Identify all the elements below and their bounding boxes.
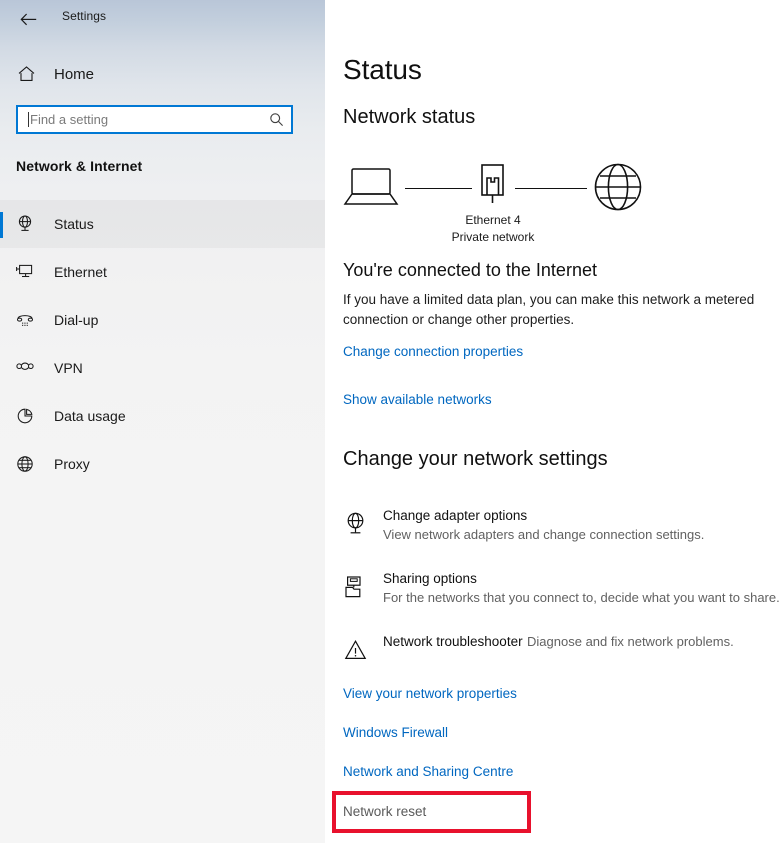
selection-indicator [0, 212, 3, 238]
diagram-line-left [405, 188, 472, 189]
back-button[interactable] [12, 4, 44, 34]
sidebar-item-ethernet[interactable]: Ethernet [0, 248, 325, 296]
sidebar-item-proxy[interactable]: Proxy [0, 440, 325, 488]
link-show-available-networks[interactable]: Show available networks [343, 392, 492, 407]
setting-description: For the networks that you connect to, de… [383, 590, 780, 605]
link-windows-firewall[interactable]: Windows Firewall [343, 725, 448, 740]
setting-description: View network adapters and change connect… [383, 527, 705, 542]
link-view-network-properties[interactable]: View your network properties [343, 686, 517, 701]
setting-row-change-adapter-options[interactable]: Change adapter options View network adap… [343, 506, 784, 544]
page-title: Status [343, 54, 422, 85]
sidebar-item-label: Proxy [54, 456, 90, 472]
link-network-reset[interactable]: Network reset [343, 804, 426, 819]
sidebar-category-title: Network & Internet [16, 158, 143, 174]
settings-window: Settings Home Network & Internet [0, 0, 784, 843]
setting-title: Sharing options [383, 571, 477, 586]
sidebar-item-label: Ethernet [54, 264, 107, 280]
connection-status-description: If you have a limited data plan, you can… [343, 292, 755, 327]
ethernet-connector-icon [476, 162, 508, 210]
home-icon [16, 64, 36, 84]
window-title: Settings [62, 9, 107, 23]
sidebar-item-label: Data usage [54, 408, 126, 424]
connection-status-heading: You're connected to the Internet [343, 260, 597, 280]
globe-icon [593, 162, 643, 212]
setting-row-sharing-options[interactable]: Sharing options For the networks that yo… [343, 569, 784, 607]
adapter-name: Ethernet 4 [465, 213, 521, 227]
home-label: Home [54, 65, 95, 83]
sidebar-item-status[interactable]: Status [0, 200, 325, 248]
search-icon[interactable] [263, 112, 289, 127]
sharing-folder-icon [343, 569, 369, 603]
back-arrow-icon [19, 13, 37, 26]
sidebar-item-home[interactable]: Home [0, 58, 310, 90]
network-status-heading: Network status [343, 106, 476, 128]
network-type: Private network [451, 230, 535, 244]
change-network-settings-heading: Change your network settings [343, 448, 608, 470]
sidebar-item-label: VPN [54, 360, 83, 376]
search-input[interactable] [29, 107, 263, 132]
sidebar-item-label: Status [54, 216, 94, 232]
link-change-connection-properties[interactable]: Change connection properties [343, 344, 523, 359]
search-box[interactable] [16, 105, 293, 134]
network-status-icon [14, 213, 36, 235]
sidebar-item-data-usage[interactable]: Data usage [0, 392, 325, 440]
setting-description: Diagnose and fix network problems. [527, 634, 734, 649]
network-diagram: Ethernet 4 Private network [343, 160, 673, 250]
main-content: Status Network status Ethernet 4 Private… [325, 0, 784, 843]
diagram-line-right [515, 188, 587, 189]
sidebar-nav: Status Ethernet Dial-up VPN Data usage P… [0, 200, 325, 488]
setting-title: Change adapter options [383, 508, 528, 523]
laptop-icon [343, 165, 399, 209]
sidebar-item-vpn[interactable]: VPN [0, 344, 325, 392]
link-network-and-sharing-centre[interactable]: Network and Sharing Centre [343, 764, 513, 779]
setting-row-network-troubleshooter[interactable]: Network troubleshooter Diagnose and fix … [343, 632, 784, 666]
adapter-globe-icon [343, 506, 369, 540]
pie-chart-icon [14, 405, 36, 427]
sidebar: Settings Home Network & Internet [0, 0, 325, 843]
diagram-caption: Ethernet 4 Private network [423, 212, 563, 246]
ethernet-icon [14, 261, 36, 283]
sidebar-item-label: Dial-up [54, 312, 99, 328]
vpn-icon [14, 357, 36, 379]
globe-icon [14, 453, 36, 475]
sidebar-item-dial-up[interactable]: Dial-up [0, 296, 325, 344]
warning-triangle-icon [343, 632, 369, 666]
dialup-phone-icon [14, 309, 36, 331]
title-bar: Settings [0, 0, 325, 38]
setting-title: Network troubleshooter [383, 634, 523, 649]
